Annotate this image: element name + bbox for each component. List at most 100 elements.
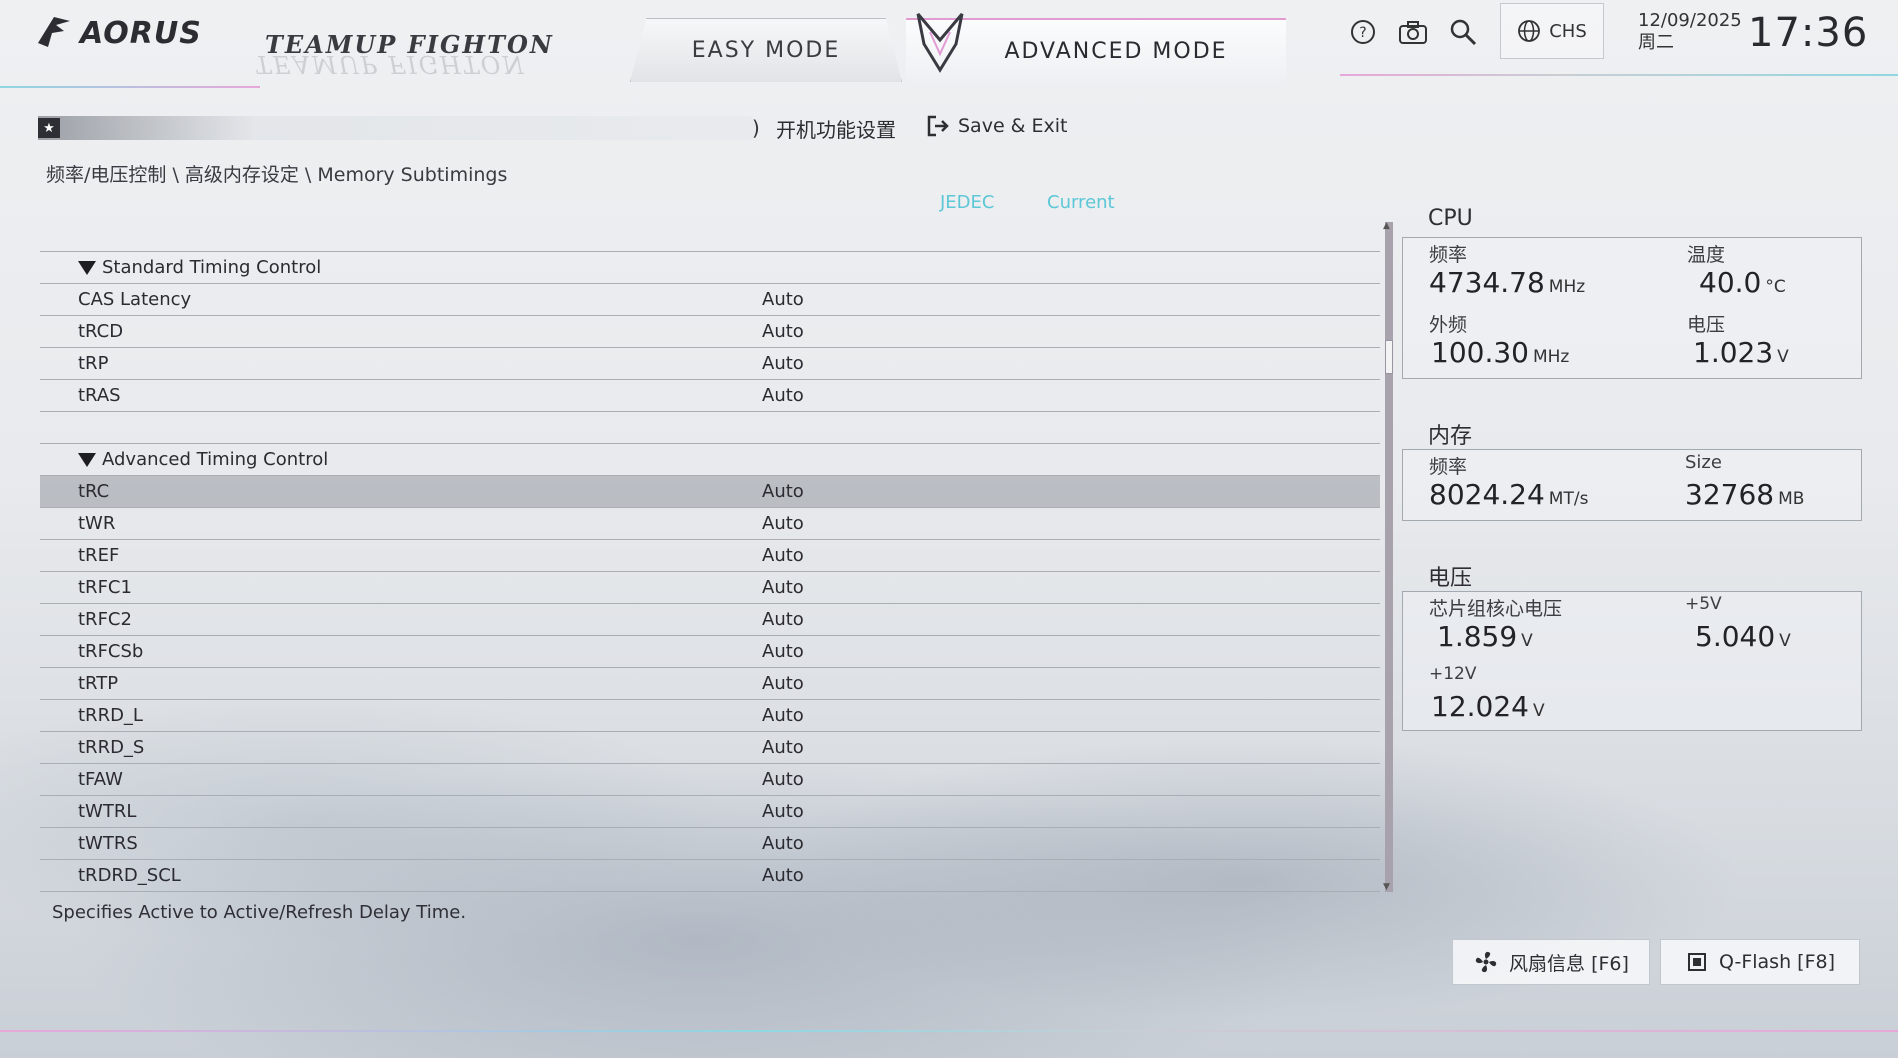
tab-easy-mode[interactable]: EASY MODE bbox=[630, 18, 902, 82]
column-current: Current bbox=[1047, 192, 1115, 213]
setting-row-trc[interactable]: tRC Auto bbox=[40, 476, 1380, 508]
setting-name: tWTRL bbox=[78, 801, 137, 822]
cpu-temp-unit: °C bbox=[1765, 277, 1786, 297]
section-title: Standard Timing Control bbox=[102, 257, 322, 278]
footer-accent-line bbox=[0, 1030, 1898, 1032]
setting-row-twtrl[interactable]: tWTRL Auto bbox=[40, 796, 1380, 828]
setting-value[interactable]: Auto bbox=[762, 673, 804, 694]
falcon-emblem-icon bbox=[916, 13, 964, 73]
setting-row-trcd[interactable]: tRCD Auto bbox=[40, 316, 1380, 348]
setting-row-tref[interactable]: tREF Auto bbox=[40, 540, 1380, 572]
setting-row-trrd-l[interactable]: tRRD_L Auto bbox=[40, 700, 1380, 732]
tab-advanced-mode-label: ADVANCED MODE bbox=[1004, 38, 1228, 64]
cpu-volt-unit: V bbox=[1777, 347, 1789, 367]
setting-row-twr[interactable]: tWR Auto bbox=[40, 508, 1380, 540]
mem-size-unit: MB bbox=[1778, 489, 1805, 509]
setting-name: tRFCSb bbox=[78, 641, 144, 662]
v5-label: +5V bbox=[1685, 594, 1722, 614]
scroll-down-arrow-icon[interactable]: ▼ bbox=[1383, 882, 1390, 892]
setting-name: tRFC2 bbox=[78, 609, 132, 630]
chip-icon bbox=[1687, 953, 1706, 971]
voltage-monitor-box: 芯片组核心电压 1.859 V +5V 5.040 V +12V 12.024 V bbox=[1402, 591, 1862, 731]
setting-value[interactable]: Auto bbox=[762, 481, 804, 502]
exit-icon bbox=[927, 115, 949, 137]
fan-info-button[interactable]: 风扇信息 [F6] bbox=[1452, 939, 1650, 985]
setting-value[interactable]: Auto bbox=[762, 705, 804, 726]
setting-row-trfc1[interactable]: tRFC1 Auto bbox=[40, 572, 1380, 604]
brand-name: AORUS bbox=[80, 15, 202, 51]
setting-value[interactable]: Auto bbox=[762, 353, 804, 374]
setting-value[interactable]: Auto bbox=[762, 833, 804, 854]
mem-size-readout: 32768 MB bbox=[1685, 478, 1804, 511]
language-label: CHS bbox=[1549, 20, 1587, 42]
section-standard-timing[interactable]: Standard Timing Control bbox=[40, 252, 1380, 284]
scrollbar-thumb[interactable] bbox=[1385, 340, 1393, 374]
mem-freq-label: 频率 bbox=[1429, 456, 1468, 478]
setting-row-tfaw[interactable]: tFAW Auto bbox=[40, 764, 1380, 796]
setting-value[interactable]: Auto bbox=[762, 641, 804, 662]
cpu-section-title: CPU bbox=[1428, 206, 1473, 231]
favorite-star-icon[interactable]: ★ bbox=[38, 118, 60, 138]
setting-value[interactable]: Auto bbox=[762, 577, 804, 598]
save-exit-button[interactable]: Save & Exit bbox=[926, 114, 1068, 138]
setting-name: tREF bbox=[78, 545, 120, 566]
cpu-freq-value: 4734.78 bbox=[1429, 266, 1545, 299]
section-title: Advanced Timing Control bbox=[102, 449, 329, 470]
memory-monitor-box: 频率 8024.24 MT/s Size 32768 MB bbox=[1402, 449, 1862, 521]
mem-freq-value: 8024.24 bbox=[1429, 478, 1545, 511]
date-text: 12/09/2025 bbox=[1638, 10, 1742, 31]
cpu-bclk-unit: MHz bbox=[1532, 347, 1570, 367]
setting-row-trfc2[interactable]: tRFC2 Auto bbox=[40, 604, 1380, 636]
setting-value[interactable]: Auto bbox=[762, 513, 804, 534]
globe-icon bbox=[1518, 20, 1541, 42]
qflash-button[interactable]: Q-Flash [F8] bbox=[1660, 939, 1860, 985]
setting-name: tRFC1 bbox=[78, 577, 132, 598]
setting-value[interactable]: Auto bbox=[762, 321, 804, 342]
setting-row-trp[interactable]: tRP Auto bbox=[40, 348, 1380, 380]
setting-value[interactable]: Auto bbox=[762, 737, 804, 758]
setting-value[interactable]: Auto bbox=[762, 769, 804, 790]
setting-name: tRC bbox=[78, 481, 110, 502]
v12-label: +12V bbox=[1429, 664, 1477, 684]
column-jedec: JEDEC bbox=[940, 192, 995, 213]
setting-name: tRTP bbox=[78, 673, 119, 694]
setting-value[interactable]: Auto bbox=[762, 385, 804, 406]
setting-row-tras[interactable]: tRAS Auto bbox=[40, 380, 1380, 412]
chipset-volt-label: 芯片组核心电压 bbox=[1429, 598, 1563, 620]
section-advanced-timing[interactable]: Advanced Timing Control bbox=[40, 444, 1380, 476]
svg-text:?: ? bbox=[1359, 25, 1366, 41]
mem-freq-unit: MT/s bbox=[1548, 489, 1589, 509]
setting-row-trrd-s[interactable]: tRRD_S Auto bbox=[40, 732, 1380, 764]
setting-value[interactable]: Auto bbox=[762, 865, 804, 886]
setting-row-trfcsb[interactable]: tRFCSb Auto bbox=[40, 636, 1380, 668]
aorus-falcon-icon bbox=[38, 17, 70, 47]
setting-row-trdrd-scl[interactable]: tRDRD_SCL Auto bbox=[40, 860, 1380, 892]
setting-value[interactable]: Auto bbox=[762, 609, 804, 630]
cpu-freq-unit: MHz bbox=[1548, 277, 1586, 297]
setting-row-cas-latency[interactable]: CAS Latency Auto bbox=[40, 284, 1380, 316]
search-icon[interactable] bbox=[1448, 17, 1478, 47]
help-icon[interactable]: ? bbox=[1348, 17, 1378, 47]
setting-name: tRDRD_SCL bbox=[78, 865, 181, 886]
weekday-text: 周二 bbox=[1638, 32, 1674, 53]
cpu-volt-value: 1.023 bbox=[1693, 336, 1774, 369]
scrollbar-track[interactable] bbox=[1385, 222, 1393, 892]
setting-name: tRAS bbox=[78, 385, 121, 406]
favorites-bar[interactable] bbox=[38, 116, 758, 140]
setting-value[interactable]: Auto bbox=[762, 801, 804, 822]
chipset-volt-unit: V bbox=[1521, 631, 1533, 651]
language-selector[interactable]: CHS bbox=[1500, 3, 1604, 59]
setting-name: tFAW bbox=[78, 769, 123, 790]
clock: 17:36 bbox=[1748, 10, 1869, 56]
scroll-up-arrow-icon[interactable]: ▲ bbox=[1383, 221, 1390, 231]
setting-row-trtp[interactable]: tRTP Auto bbox=[40, 668, 1380, 700]
setting-value[interactable]: Auto bbox=[762, 545, 804, 566]
aorus-logo: AORUS bbox=[34, 12, 214, 54]
boot-settings-link[interactable]: 开机功能设置 bbox=[776, 114, 896, 143]
camera-icon[interactable] bbox=[1398, 17, 1428, 47]
setting-row-twtrs[interactable]: tWTRS Auto bbox=[40, 828, 1380, 860]
v5-unit: V bbox=[1779, 631, 1791, 651]
setting-name: tRRD_L bbox=[78, 705, 143, 726]
setting-value[interactable]: Auto bbox=[762, 289, 804, 310]
cpu-temp-label: 温度 bbox=[1687, 244, 1726, 266]
